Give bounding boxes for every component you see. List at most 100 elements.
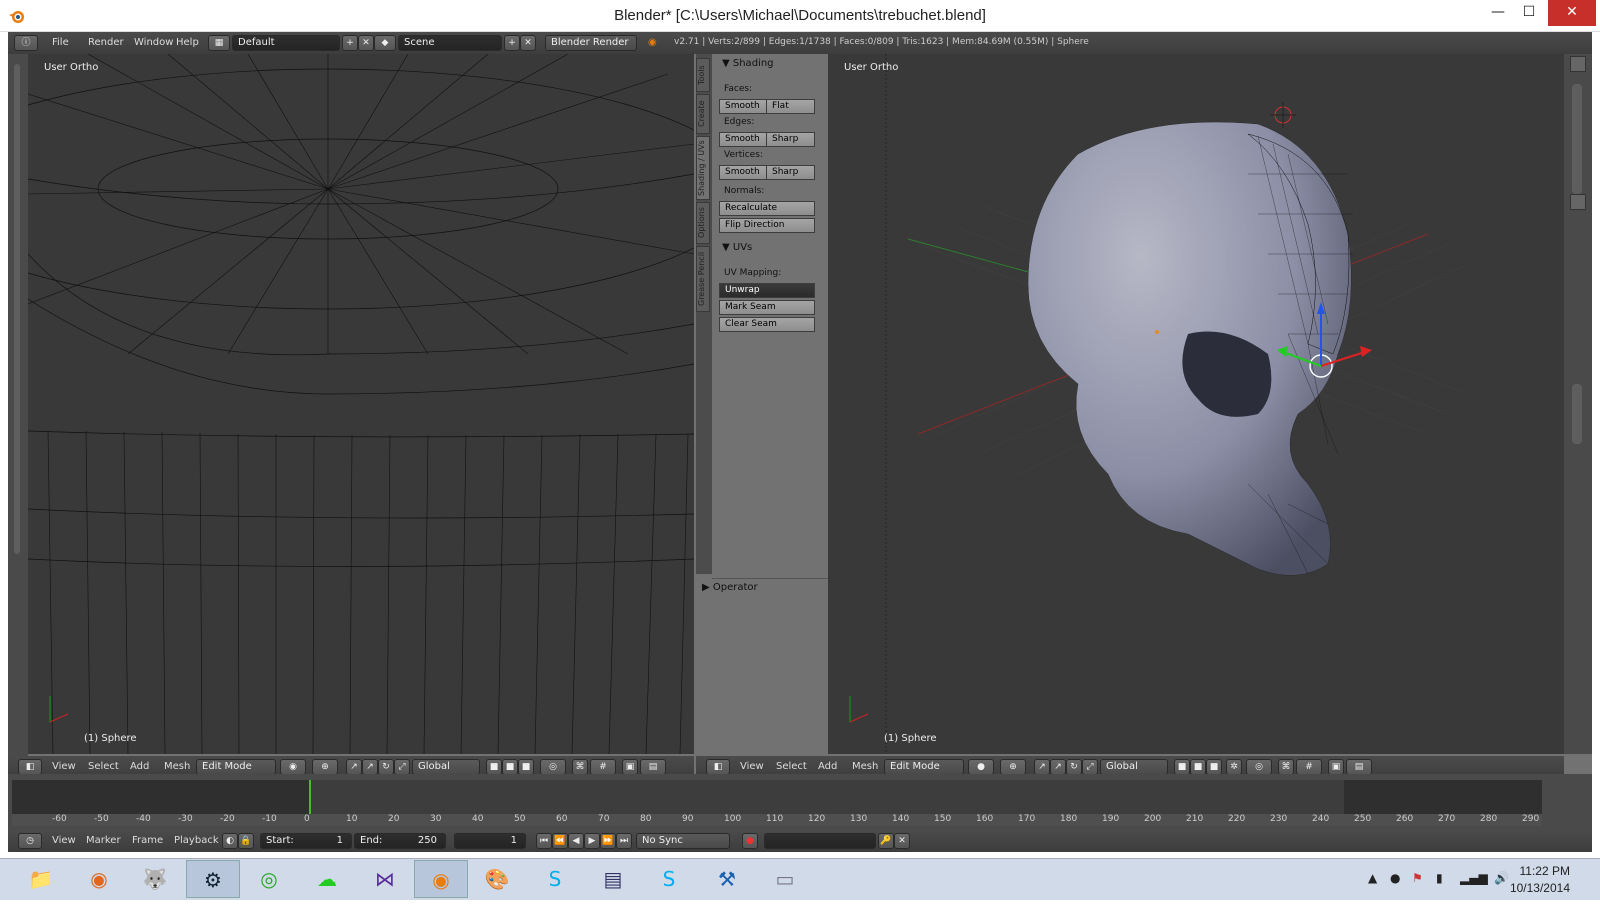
outliner-icon[interactable] bbox=[1570, 56, 1586, 72]
edges-sharp-button[interactable]: Sharp bbox=[766, 132, 815, 147]
recalculate-button[interactable]: Recalculate bbox=[719, 201, 815, 216]
flag-icon[interactable]: ⚑ bbox=[1412, 871, 1423, 913]
menu-add[interactable]: Add bbox=[130, 761, 149, 772]
properties-icon[interactable] bbox=[1570, 194, 1586, 210]
cloud-icon[interactable]: ☁ bbox=[300, 860, 354, 898]
tab-tools[interactable]: Tools bbox=[696, 58, 710, 92]
blender-icon[interactable]: ◉ bbox=[414, 860, 468, 898]
clear-seam-button[interactable]: Clear Seam bbox=[719, 317, 815, 332]
gimp-icon[interactable]: 🐺 bbox=[128, 860, 182, 898]
start-frame-field[interactable]: Start: 1 bbox=[260, 833, 352, 849]
menu-view[interactable]: View bbox=[52, 761, 76, 772]
editor-type-icon[interactable]: ◷ bbox=[18, 833, 42, 849]
notepad-icon[interactable]: ▤ bbox=[586, 860, 640, 898]
menu-select[interactable]: Select bbox=[776, 761, 807, 772]
proportional-icon[interactable]: ◎ bbox=[1246, 759, 1272, 775]
snap-icon[interactable]: ⌘ bbox=[572, 759, 588, 775]
skype-icon[interactable]: S bbox=[528, 860, 582, 898]
render-icon[interactable]: ▣ bbox=[1328, 759, 1344, 775]
menu-marker[interactable]: Marker bbox=[86, 835, 121, 846]
proportional-icon[interactable]: ◎ bbox=[540, 759, 566, 775]
shading-icon[interactable]: ● bbox=[968, 759, 994, 775]
tab-create[interactable]: Create bbox=[696, 94, 710, 134]
steam-icon[interactable]: ⚙ bbox=[186, 860, 240, 898]
layer-icon[interactable]: ■ bbox=[486, 759, 502, 775]
manipulator-icon[interactable]: ↗ bbox=[1034, 759, 1050, 775]
faces-smooth-button[interactable]: Smooth bbox=[719, 99, 767, 114]
keying-set-field[interactable] bbox=[764, 833, 876, 849]
preview-range-icon[interactable]: ◐ bbox=[222, 833, 238, 849]
scene-icon[interactable]: ◆ bbox=[374, 35, 396, 51]
scrollbar[interactable] bbox=[1572, 384, 1582, 444]
razer-icon[interactable]: ◎ bbox=[242, 860, 296, 898]
scene-field[interactable]: Scene bbox=[398, 35, 502, 51]
faces-flat-button[interactable]: Flat bbox=[766, 99, 815, 114]
play-icon[interactable]: ▶ bbox=[584, 833, 600, 849]
monitor-icon[interactable]: ▭ bbox=[758, 860, 812, 898]
paint-icon[interactable]: 🎨 bbox=[470, 860, 524, 898]
editor-type-icon[interactable]: ⓘ bbox=[14, 35, 38, 51]
mode-select[interactable]: Edit Mode bbox=[196, 759, 276, 775]
snap-element-icon[interactable]: # bbox=[1296, 759, 1322, 775]
shading-icon[interactable]: ◉ bbox=[280, 759, 306, 775]
orientation-select[interactable]: Global bbox=[1100, 759, 1168, 775]
timeline-area[interactable] bbox=[12, 780, 1542, 820]
layout-icon[interactable]: ▦ bbox=[208, 35, 230, 51]
uvs-panel-title[interactable]: ▼ UVs bbox=[722, 242, 752, 253]
layer-icon[interactable]: ■ bbox=[1174, 759, 1190, 775]
layer-icon[interactable]: ■ bbox=[502, 759, 518, 775]
scale-icon[interactable]: ⤢ bbox=[394, 759, 410, 775]
menu-select[interactable]: Select bbox=[88, 761, 119, 772]
end-frame-field[interactable]: End: 250 bbox=[354, 833, 446, 849]
rotate-icon[interactable]: ↻ bbox=[1066, 759, 1082, 775]
mark-seam-button[interactable]: Mark Seam bbox=[719, 300, 815, 315]
scale-icon[interactable]: ⤢ bbox=[1082, 759, 1098, 775]
firefox-icon[interactable]: ◉ bbox=[72, 860, 126, 898]
layer-icon[interactable]: ■ bbox=[1206, 759, 1222, 775]
pivot-icon[interactable]: ⊕ bbox=[1000, 759, 1026, 775]
lock-icon[interactable]: 🔒 bbox=[238, 833, 254, 849]
occlude-icon[interactable]: ✲ bbox=[1226, 759, 1242, 775]
mode-select[interactable]: Edit Mode bbox=[884, 759, 964, 775]
file-explorer-icon[interactable]: 📁 bbox=[14, 860, 68, 898]
menu-playback[interactable]: Playback bbox=[174, 835, 219, 846]
maximize-button[interactable]: ☐ bbox=[1506, 0, 1552, 26]
menu-window[interactable]: Window bbox=[134, 37, 173, 48]
next-keyframe-icon[interactable]: ⏩ bbox=[600, 833, 616, 849]
scrollbar[interactable] bbox=[14, 64, 20, 554]
operator-panel-title[interactable]: ▶ Operator bbox=[702, 582, 758, 593]
editor-type-icon[interactable]: ◧ bbox=[18, 759, 42, 775]
snap-element-icon[interactable]: # bbox=[590, 759, 616, 775]
menu-view[interactable]: View bbox=[740, 761, 764, 772]
editor-type-icon[interactable]: ◧ bbox=[706, 759, 730, 775]
remove-scene-icon[interactable]: ✕ bbox=[520, 35, 536, 51]
unwrap-menu[interactable]: Unwrap bbox=[719, 283, 815, 298]
jump-end-icon[interactable]: ⏭ bbox=[616, 833, 632, 849]
battery-icon[interactable]: ▮ bbox=[1436, 871, 1443, 913]
orientation-select[interactable]: Global bbox=[412, 759, 480, 775]
system-clock[interactable]: 11:22 PM 10/13/2014 bbox=[1510, 863, 1570, 897]
vertices-sharp-button[interactable]: Sharp bbox=[766, 165, 815, 180]
current-frame-field[interactable]: 1 bbox=[454, 833, 526, 849]
network-icon[interactable]: ▂▄▆ bbox=[1460, 871, 1488, 913]
manipulator-icon[interactable]: ↗ bbox=[346, 759, 362, 775]
prev-keyframe-icon[interactable]: ⏪ bbox=[552, 833, 568, 849]
opengl-render-icon[interactable]: ▤ bbox=[640, 759, 666, 775]
close-button[interactable]: ✕ bbox=[1548, 0, 1596, 26]
tray-expand-icon[interactable]: ▲ bbox=[1368, 871, 1377, 913]
flip-direction-button[interactable]: Flip Direction bbox=[719, 218, 815, 233]
snap-icon[interactable]: ⌘ bbox=[1278, 759, 1294, 775]
menu-render[interactable]: Render bbox=[88, 37, 124, 48]
sync-select[interactable]: No Sync bbox=[636, 833, 730, 849]
left-viewport[interactable]: User Ortho (1) Sphere bbox=[28, 54, 694, 754]
layer-icon[interactable]: ■ bbox=[1190, 759, 1206, 775]
translate-icon[interactable]: ↗ bbox=[1050, 759, 1066, 775]
scrollbar[interactable] bbox=[1572, 84, 1582, 194]
skype-business-icon[interactable]: S bbox=[642, 860, 696, 898]
menu-frame[interactable]: Frame bbox=[132, 835, 163, 846]
volume-icon[interactable]: 🔊 bbox=[1494, 871, 1509, 913]
layout-field[interactable]: Default bbox=[232, 35, 340, 51]
menu-mesh[interactable]: Mesh bbox=[164, 761, 190, 772]
translate-icon[interactable]: ↗ bbox=[362, 759, 378, 775]
insert-keyframe-icon[interactable]: 🔑 bbox=[878, 833, 894, 849]
